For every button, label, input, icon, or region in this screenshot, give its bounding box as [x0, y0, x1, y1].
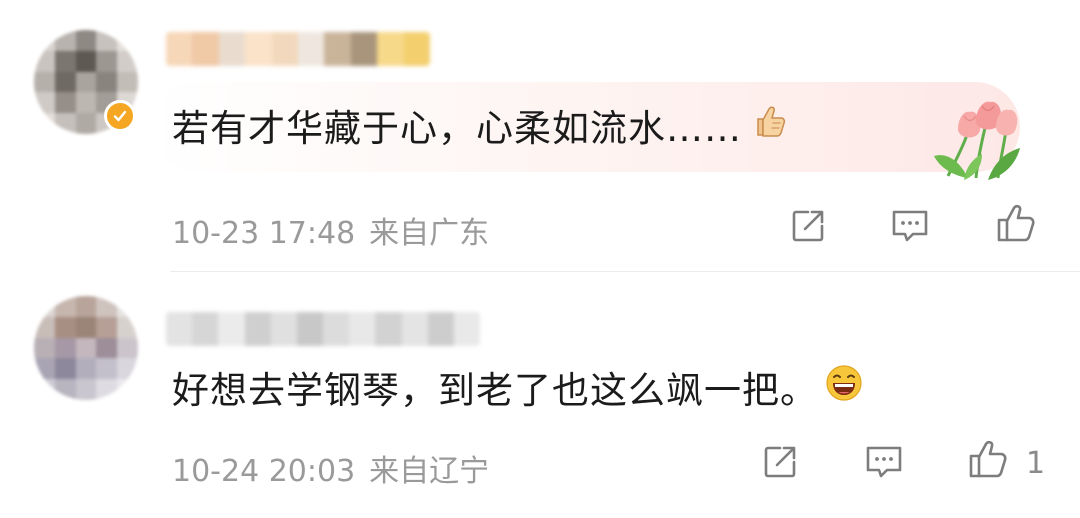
like-button[interactable] — [992, 202, 1040, 250]
share-button[interactable] — [784, 204, 832, 252]
comment-meta: 10-24 20:03 来自辽宁 — [172, 446, 489, 490]
comment-meta: 10-23 17:48 来自广东 — [172, 208, 489, 252]
reply-button[interactable] — [860, 440, 908, 488]
comment-location: 来自广东 — [369, 216, 490, 251]
comment-text-value: 若有才华藏于心，心柔如流水…… — [172, 107, 742, 150]
username[interactable] — [166, 312, 480, 346]
comment-icon — [889, 206, 931, 250]
comment-time: 10-24 20:03 — [172, 454, 356, 489]
comment-text: 好想去学钢琴，到老了也这么飒一把。 — [172, 360, 864, 414]
thumbs-up-icon — [994, 202, 1038, 250]
share-icon — [760, 442, 800, 486]
thumbs-up-emoji-icon — [748, 101, 788, 150]
share-button[interactable] — [756, 440, 804, 488]
comment-time: 10-23 17:48 — [172, 216, 356, 251]
laughing-face-emoji-icon — [824, 363, 864, 412]
reply-button[interactable] — [886, 204, 934, 252]
comment-item: 好想去学钢琴，到老了也这么飒一把。 10-24 20:03 来自辽宁 1 — [0, 272, 1080, 518]
comment-location: 来自辽宁 — [369, 454, 490, 489]
comment-text: 若有才华藏于心，心柔如流水…… — [172, 98, 788, 152]
verified-badge-icon — [104, 100, 136, 132]
thumbs-up-icon — [966, 438, 1010, 486]
comment-text-value: 好想去学钢琴，到老了也这么飒一把。 — [172, 369, 818, 412]
comment-item: 若有才华藏于心，心柔如流水…… 10-23 17:48 来自广东 — [0, 0, 1080, 272]
username[interactable] — [166, 32, 430, 66]
like-count: 1 — [1026, 446, 1046, 481]
like-button[interactable] — [964, 438, 1012, 486]
share-icon — [788, 206, 828, 250]
comment-icon — [863, 442, 905, 486]
tulip-bubble-decoration — [928, 96, 1024, 182]
avatar[interactable] — [34, 296, 138, 400]
